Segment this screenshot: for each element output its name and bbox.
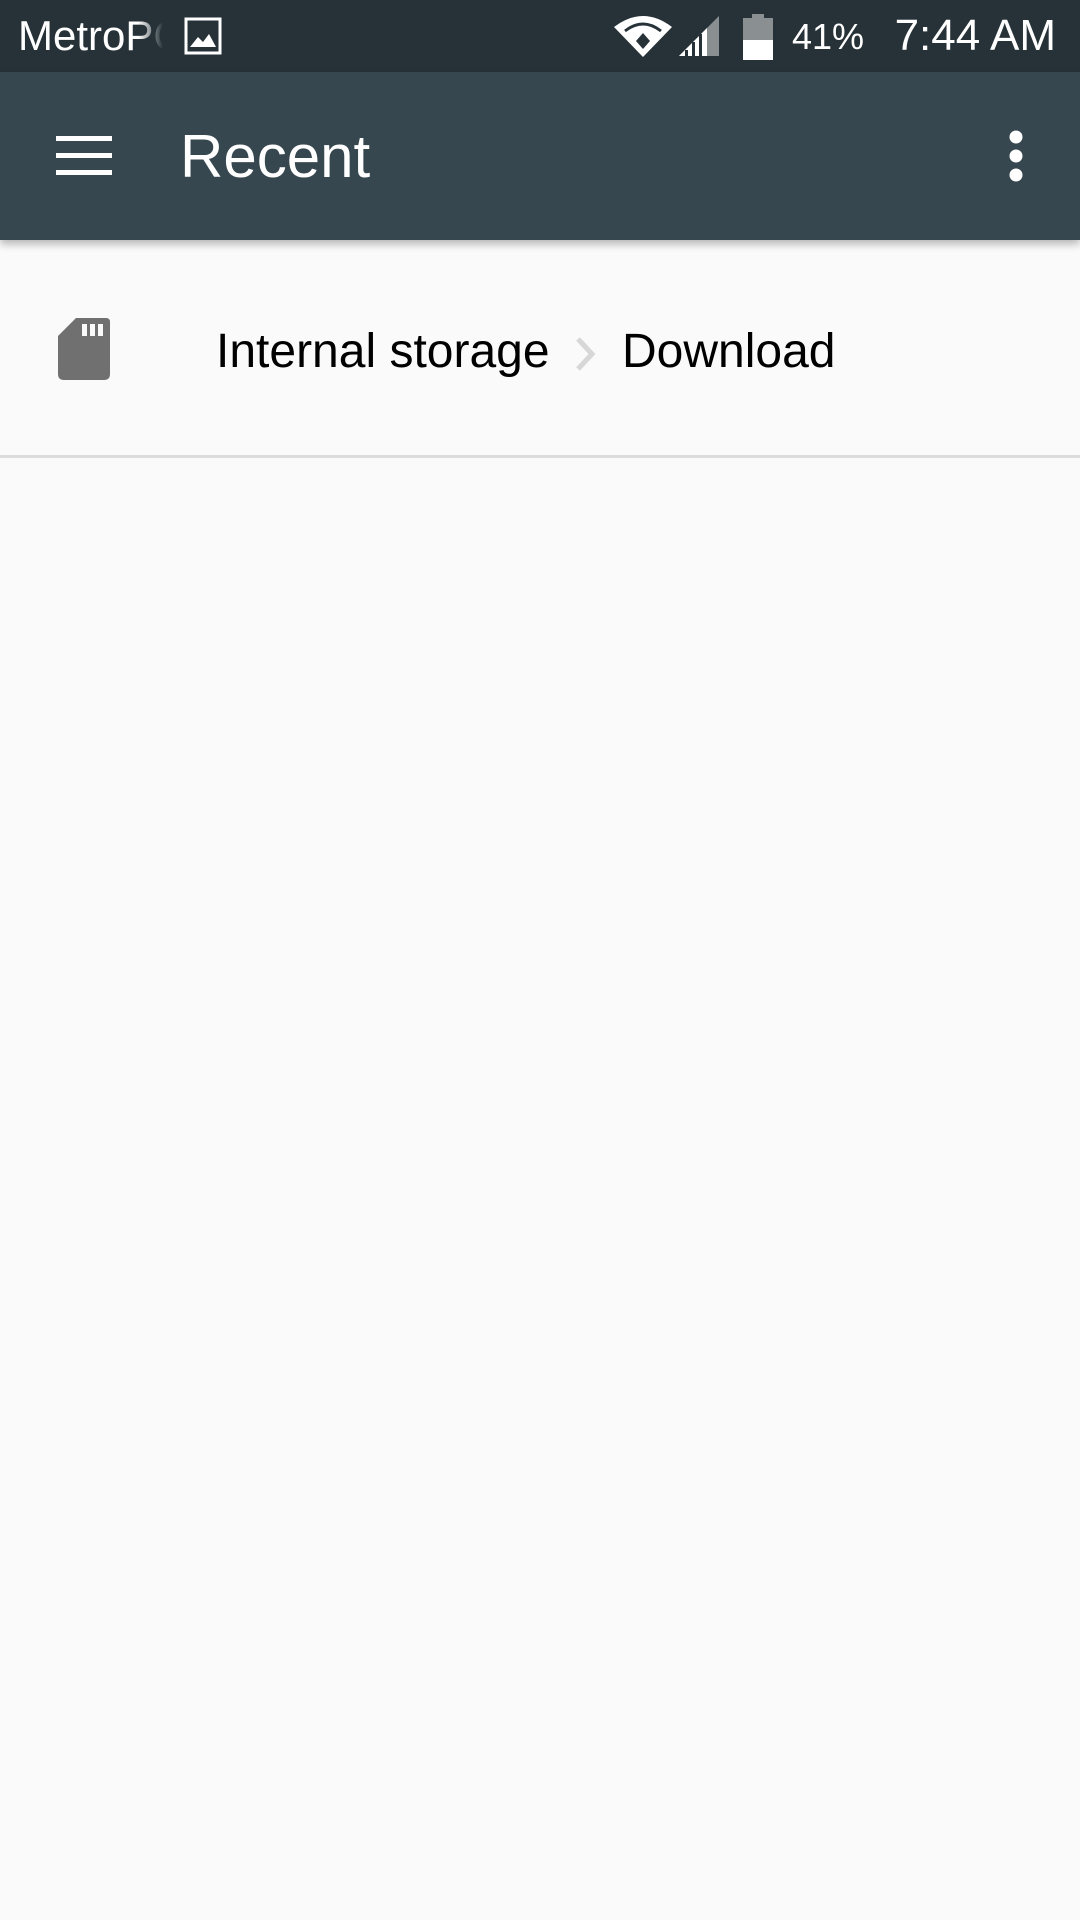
carrier-label: MetroPCS	[18, 10, 163, 62]
hamburger-menu-icon	[56, 136, 112, 175]
picture-icon	[184, 17, 222, 55]
battery-icon	[743, 14, 773, 60]
file-list-area	[0, 458, 1080, 1920]
status-bar: MetroPCS 41% 7:44 AM	[0, 0, 1080, 72]
signal-icon	[679, 16, 719, 56]
sd-card-icon[interactable]	[58, 318, 110, 380]
breadcrumb-item-internal-storage[interactable]: Internal storage	[216, 324, 550, 380]
battery-percent: 41%	[792, 16, 865, 57]
app-bar: Recent	[0, 72, 1080, 240]
wifi-icon	[614, 16, 672, 57]
carrier-fade	[138, 10, 163, 62]
chevron-right-icon	[576, 337, 596, 371]
breadcrumb: Internal storage Download	[0, 240, 1080, 456]
page-title: Recent	[180, 123, 371, 190]
breadcrumb-item-download[interactable]: Download	[622, 324, 835, 380]
menu-button[interactable]	[40, 112, 128, 200]
more-vert-icon	[1009, 130, 1023, 182]
overflow-menu-button[interactable]	[972, 112, 1060, 200]
clock: 7:44 AM	[894, 11, 1056, 60]
